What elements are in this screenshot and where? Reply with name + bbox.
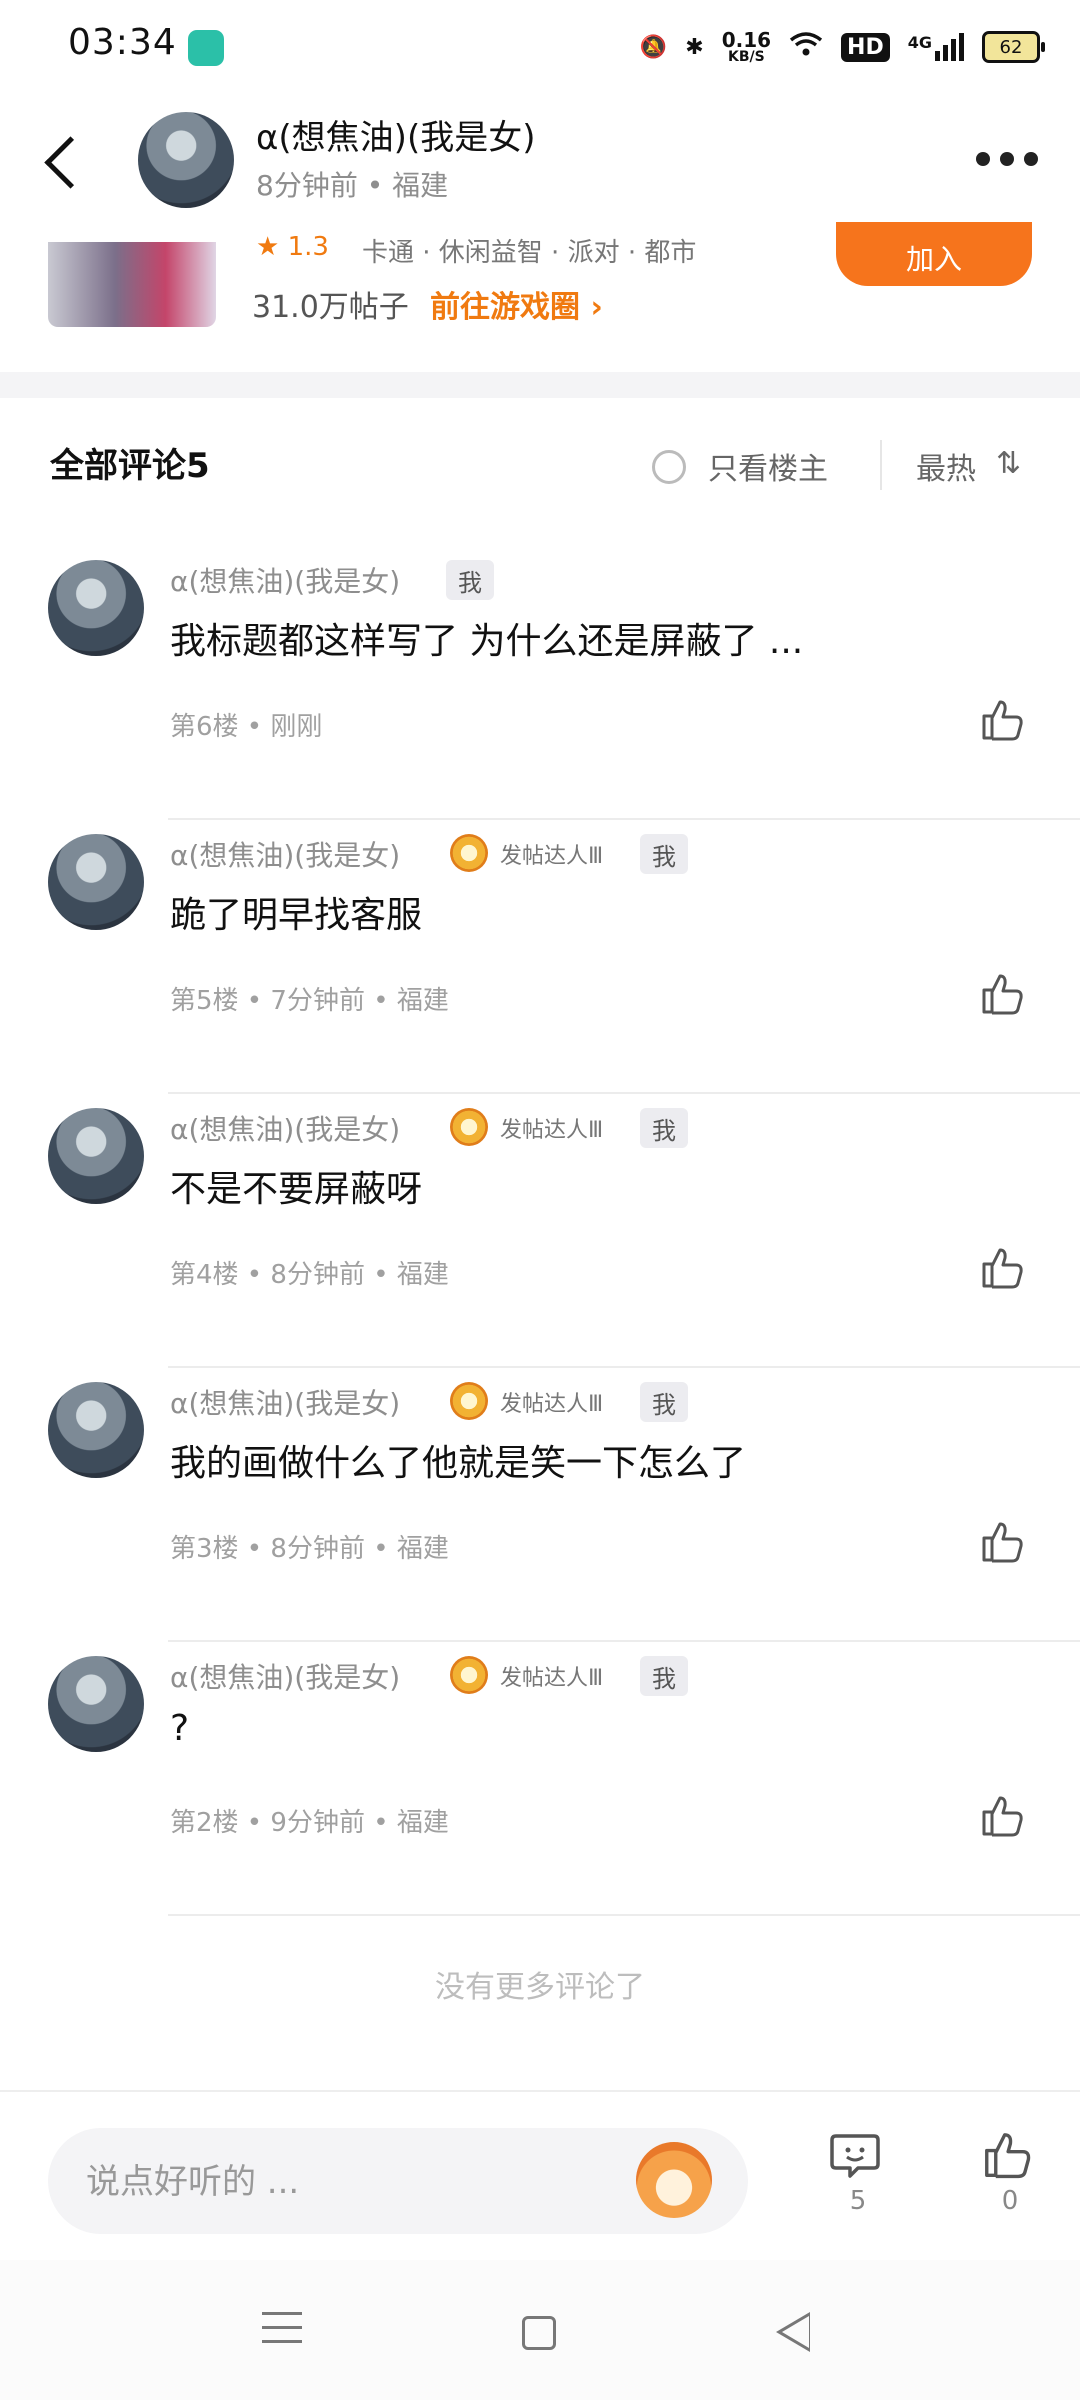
commenter-name[interactable]: α(想焦油)(我是女) bbox=[170, 1108, 400, 1148]
status-icons: 🔕 ✱ 0.16 KB/S HD 4G 62 bbox=[639, 22, 1045, 72]
game-card[interactable]: ★ 1.3 卡通 · 休闲益智 · 派对 · 都市 31.0万帖子 前往游戏圈 … bbox=[0, 222, 1080, 372]
like-count: 0 bbox=[1001, 2186, 1019, 2216]
comment-item: α(想焦油)(我是女) 发帖达人Ⅲ 我 跪了明早找客服 第5楼 • 7分钟前 •… bbox=[0, 820, 1080, 1094]
comment-text[interactable]: 不是不要屏蔽呀 bbox=[170, 1160, 422, 1212]
nav-menu-icon[interactable] bbox=[262, 2312, 302, 2354]
game-cover-image[interactable] bbox=[48, 242, 216, 327]
comment-text[interactable]: 我的画做什么了他就是笑一下怎么了 bbox=[170, 1434, 746, 1486]
comment-bubble-icon[interactable] bbox=[828, 2128, 882, 2182]
commenter-name[interactable]: α(想焦油)(我是女) bbox=[170, 560, 400, 600]
more-icon[interactable] bbox=[976, 152, 1038, 166]
only-op-label[interactable]: 只看楼主 bbox=[708, 444, 828, 488]
thumbs-up-icon[interactable] bbox=[978, 1518, 1026, 1566]
comment-meta: 第5楼 • 7分钟前 • 福建 bbox=[170, 986, 449, 1016]
back-arrow-icon[interactable] bbox=[44, 136, 97, 189]
thumbs-up-icon[interactable] bbox=[978, 696, 1026, 744]
author-name[interactable]: α(想焦油)(我是女) bbox=[256, 110, 535, 159]
author-meta: 8分钟前 • 福建 bbox=[256, 169, 449, 202]
net-speed: 0.16 KB/S bbox=[722, 30, 771, 64]
signal-icon: 4G bbox=[908, 33, 964, 61]
radio-icon[interactable] bbox=[652, 450, 686, 484]
thumbs-up-icon[interactable] bbox=[978, 1244, 1026, 1292]
sort-icon[interactable]: ⇅ bbox=[996, 446, 1021, 481]
thumbs-up-icon[interactable] bbox=[980, 2128, 1034, 2182]
nav-home-icon[interactable] bbox=[522, 2316, 556, 2350]
comment-meta: 第3楼 • 8分钟前 • 福建 bbox=[170, 1534, 449, 1564]
me-tag: 我 bbox=[640, 1656, 688, 1696]
nav-back-icon[interactable] bbox=[776, 2312, 810, 2352]
comment-input-placeholder[interactable]: 说点好听的 ... bbox=[86, 2154, 299, 2203]
comment-text[interactable]: ? bbox=[170, 1708, 189, 1749]
commenter-avatar[interactable] bbox=[48, 560, 144, 656]
comment-divider bbox=[168, 1914, 1080, 1916]
goto-game-circle-link[interactable]: 前往游戏圈 › bbox=[430, 282, 603, 326]
game-post-count: 31.0万帖子 bbox=[252, 290, 409, 325]
thumbs-up-icon[interactable] bbox=[978, 970, 1026, 1018]
mascot-icon[interactable] bbox=[636, 2142, 712, 2218]
comment-item: α(想焦油)(我是女) 发帖达人Ⅲ 我 不是不要屏蔽呀 第4楼 • 8分钟前 •… bbox=[0, 1094, 1080, 1368]
battery-icon: 62 bbox=[982, 31, 1045, 63]
poster-badge-icon bbox=[450, 1382, 488, 1420]
comment-text[interactable]: 跪了明早找客服 bbox=[170, 886, 422, 938]
comment-count: 5 bbox=[849, 2186, 867, 2216]
wifi-icon bbox=[789, 31, 823, 63]
net-speed-unit: KB/S bbox=[728, 49, 765, 65]
no-more-comments: 没有更多评论了 bbox=[435, 1970, 645, 2005]
header-divider bbox=[880, 440, 882, 490]
thumbs-up-icon[interactable] bbox=[978, 1792, 1026, 1840]
commenter-name[interactable]: α(想焦油)(我是女) bbox=[170, 1382, 400, 1422]
hd-icon: HD bbox=[841, 32, 890, 62]
section-divider bbox=[0, 372, 1080, 398]
poster-badge: 发帖达人Ⅲ bbox=[500, 844, 604, 869]
comments-title: 全部评论5 bbox=[50, 446, 210, 486]
status-bar: 03:34 🔕 ✱ 0.16 KB/S HD 4G 62 bbox=[0, 0, 1080, 92]
bluetooth-icon: ✱ bbox=[685, 34, 704, 60]
commenter-avatar[interactable] bbox=[48, 1656, 144, 1752]
join-button[interactable]: 加入 bbox=[836, 222, 1032, 286]
like-count-button[interactable]: 0 bbox=[980, 2128, 1040, 2216]
net-speed-value: 0.16 bbox=[721, 28, 772, 52]
comment-count-button[interactable]: 5 bbox=[828, 2128, 888, 2216]
game-rating: ★ 1.3 bbox=[256, 232, 329, 262]
poster-badge-icon bbox=[450, 834, 488, 872]
sort-label[interactable]: 最热 bbox=[916, 444, 976, 488]
me-tag: 我 bbox=[640, 1108, 688, 1148]
poster-badge-icon bbox=[450, 1656, 488, 1694]
comment-meta: 第6楼 • 刚刚 bbox=[170, 712, 323, 742]
commenter-name[interactable]: α(想焦油)(我是女) bbox=[170, 834, 400, 874]
app-notification-icon bbox=[188, 30, 224, 66]
game-tags: 卡通 · 休闲益智 · 派对 · 都市 bbox=[362, 238, 697, 268]
comment-meta: 第4楼 • 8分钟前 • 福建 bbox=[170, 1260, 449, 1290]
comment-item: α(想焦油)(我是女) 发帖达人Ⅲ 我 ? 第2楼 • 9分钟前 • 福建 bbox=[0, 1642, 1080, 1916]
author-avatar[interactable] bbox=[138, 112, 234, 208]
network-type: 4G bbox=[907, 33, 932, 52]
bottom-bar-divider bbox=[0, 2090, 1080, 2092]
poster-badge: 发帖达人Ⅲ bbox=[500, 1118, 604, 1143]
comment-item: α(想焦油)(我是女) 我 我标题都这样写了 为什么还是屏蔽了 ... 第6楼 … bbox=[0, 546, 1080, 820]
comment-text[interactable]: 我标题都这样写了 为什么还是屏蔽了 ... bbox=[170, 612, 803, 664]
poster-badge: 发帖达人Ⅲ bbox=[500, 1666, 604, 1691]
battery-level: 62 bbox=[999, 36, 1023, 58]
post-header: α(想焦油)(我是女) 8分钟前 • 福建 bbox=[0, 92, 1080, 242]
commenter-avatar[interactable] bbox=[48, 1382, 144, 1478]
commenter-avatar[interactable] bbox=[48, 834, 144, 930]
status-time: 03:34 bbox=[68, 22, 177, 63]
me-tag: 我 bbox=[446, 560, 494, 600]
me-tag: 我 bbox=[640, 1382, 688, 1422]
mute-icon: 🔕 bbox=[639, 34, 668, 60]
comment-item: α(想焦油)(我是女) 发帖达人Ⅲ 我 我的画做什么了他就是笑一下怎么了 第3楼… bbox=[0, 1368, 1080, 1642]
poster-badge-icon bbox=[450, 1108, 488, 1146]
commenter-name[interactable]: α(想焦油)(我是女) bbox=[170, 1656, 400, 1696]
commenter-avatar[interactable] bbox=[48, 1108, 144, 1204]
poster-badge: 发帖达人Ⅲ bbox=[500, 1392, 604, 1417]
comment-meta: 第2楼 • 9分钟前 • 福建 bbox=[170, 1808, 449, 1838]
me-tag: 我 bbox=[640, 834, 688, 874]
